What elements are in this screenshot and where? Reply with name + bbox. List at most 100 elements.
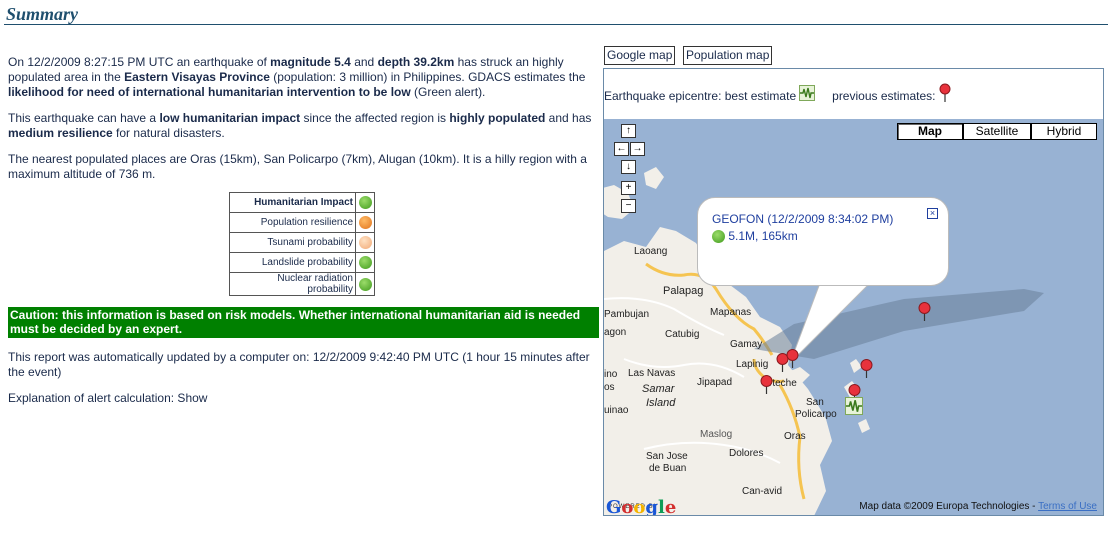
green-level-icon <box>358 277 372 291</box>
place-label: Oras <box>784 431 806 442</box>
likelihood-statement: likelihood for need of international hum… <box>8 85 411 99</box>
impact-label: Tsunami probability <box>229 232 356 253</box>
place-label: Policarpo <box>795 409 837 420</box>
popup-detail: 5.1M, 165km <box>728 229 798 243</box>
text: This earthquake can have a <box>8 111 160 125</box>
depth-value: depth 39.2km <box>377 55 455 69</box>
place-label: Gamay <box>730 339 763 350</box>
impact-label: Landslide probability <box>229 252 356 273</box>
text: for natural disasters. <box>112 126 225 140</box>
place-label: Mapanas <box>710 307 752 318</box>
impact-row: Landslide probability <box>229 252 375 273</box>
text: and has <box>545 111 592 125</box>
impact-label: Humanitarian Impact <box>229 192 356 213</box>
legend-previous-label: previous estimates: <box>832 89 936 104</box>
google-map-button[interactable]: Google map <box>604 46 676 65</box>
impact-row: Population resilience <box>229 212 375 233</box>
previous-estimate-marker[interactable] <box>786 349 799 369</box>
impact-table: Humanitarian Impact Population resilience… <box>229 192 375 296</box>
place-label: agon <box>604 327 627 338</box>
previous-estimate-marker[interactable] <box>760 375 773 395</box>
place-label: San Jose <box>646 451 688 462</box>
map-legend: Earthquake epicentre: best estimate prev… <box>604 83 1103 107</box>
green-level-icon <box>358 196 372 209</box>
island-label: Samar <box>642 383 675 395</box>
google-logo[interactable]: Google <box>606 497 676 515</box>
place-label: Lapinig <box>736 359 769 370</box>
text: and <box>350 55 378 69</box>
pan-left-button[interactable]: ← <box>614 142 629 156</box>
popup-title: GEOFON (12/2/2009 8:34:02 PM) <box>712 212 894 226</box>
summary-text: On 12/2/2009 8:27:15 PM UTC an earthquak… <box>8 55 598 193</box>
popup-tail <box>789 283 871 363</box>
pan-down-button[interactable]: ↓ <box>621 160 636 174</box>
page-title: Summary <box>6 4 79 24</box>
map-type-map[interactable]: Map <box>897 123 963 140</box>
impact-row: Tsunami probability <box>229 232 375 253</box>
impact-label: Population resilience <box>229 212 356 233</box>
event-popup: × GEOFON (12/2/2009 8:34:02 PM) 5.1M, 16… <box>697 197 949 286</box>
impact-row: Nuclear radiation probability <box>229 272 375 296</box>
impact-level-cell <box>355 252 375 273</box>
summary-paragraph-2: This earthquake can have a low humanitar… <box>8 111 598 141</box>
pale-level-icon <box>358 236 372 249</box>
epicentre-marker[interactable] <box>845 397 863 415</box>
place-label: Maslog <box>700 429 733 440</box>
place-label: Can-avid <box>742 486 783 497</box>
map-type-hybrid[interactable]: Hybrid <box>1031 123 1097 140</box>
summary-paragraph-1: On 12/2/2009 8:27:15 PM UTC an earthquak… <box>8 55 598 100</box>
impact-level-cell <box>355 232 375 253</box>
text: since the affected region is <box>300 111 450 125</box>
pan-up-button[interactable]: ↑ <box>621 124 636 138</box>
impact-level-cell <box>355 272 375 296</box>
place-label: San <box>806 397 824 408</box>
impact-row: Humanitarian Impact <box>229 192 375 213</box>
impact-level-cell <box>355 212 375 233</box>
place-label: Palapag <box>663 285 704 297</box>
copyright-text: Map data ©2009 Europa Technologies - <box>859 501 1039 512</box>
previous-estimate-marker[interactable] <box>860 359 873 379</box>
terms-of-use-link[interactable]: Terms of Use <box>1038 501 1097 512</box>
place-label: rteche <box>769 378 797 389</box>
magnitude-value: magnitude 5.4 <box>270 55 351 69</box>
impact-label: Nuclear radiation probability <box>229 272 356 296</box>
green-alert-icon <box>712 230 725 244</box>
epicentre-icon <box>799 85 816 101</box>
map-type-satellite[interactable]: Satellite <box>963 123 1031 140</box>
map-panel: Earthquake epicentre: best estimate prev… <box>603 68 1104 516</box>
alert-explanation-link[interactable]: Explanation of alert calculation: Show <box>8 391 207 405</box>
legend-best-label: Earthquake epicentre: best estimate <box>604 89 797 104</box>
population-map-button[interactable]: Population map <box>683 46 773 65</box>
text: On 12/2/2009 8:27:15 PM UTC an earthquak… <box>8 55 271 69</box>
text: (population: 3 million) in Philippines. … <box>269 70 586 84</box>
summary-paragraph-3: The nearest populated places are Oras (1… <box>8 152 587 181</box>
text: (Green alert). <box>410 85 486 99</box>
resilience-statement: medium resilience <box>8 126 113 140</box>
place-label: Pambujan <box>604 309 650 320</box>
impact-statement: low humanitarian impact <box>159 111 301 125</box>
impact-level-cell <box>355 192 375 213</box>
previous-estimate-marker-icon <box>939 83 951 102</box>
island-label: Island <box>646 397 676 409</box>
place-label: Dolores <box>729 448 764 459</box>
pan-right-button[interactable]: → <box>630 142 645 156</box>
map-type-selector: Map Satellite Hybrid <box>897 123 1097 140</box>
map-canvas[interactable]: ↑ ← → ↓ + − Map Satellite Hybrid × GEOFO… <box>604 119 1103 515</box>
zoom-out-button[interactable]: − <box>621 199 636 213</box>
place-label: Catubig <box>665 329 700 340</box>
map-copyright: Map data ©2009 Europa Technologies - Ter… <box>859 501 1097 512</box>
place-label: ino <box>604 369 618 380</box>
green-level-icon <box>358 256 372 269</box>
popup-detail-row: 5.1M, 165km <box>712 229 948 244</box>
close-icon[interactable]: × <box>927 208 938 219</box>
population-statement: highly populated <box>449 111 546 125</box>
place-label: Laoang <box>634 246 668 257</box>
place-label: uinao <box>604 405 629 416</box>
place-label: os <box>604 382 615 393</box>
zoom-in-button[interactable]: + <box>621 181 636 195</box>
previous-estimate-marker[interactable] <box>918 302 931 322</box>
place-label: Las Navas <box>628 368 676 379</box>
title-divider <box>4 24 1108 25</box>
place-label: de Buan <box>649 463 687 474</box>
caution-banner: Caution: this information is based on ri… <box>8 307 599 338</box>
